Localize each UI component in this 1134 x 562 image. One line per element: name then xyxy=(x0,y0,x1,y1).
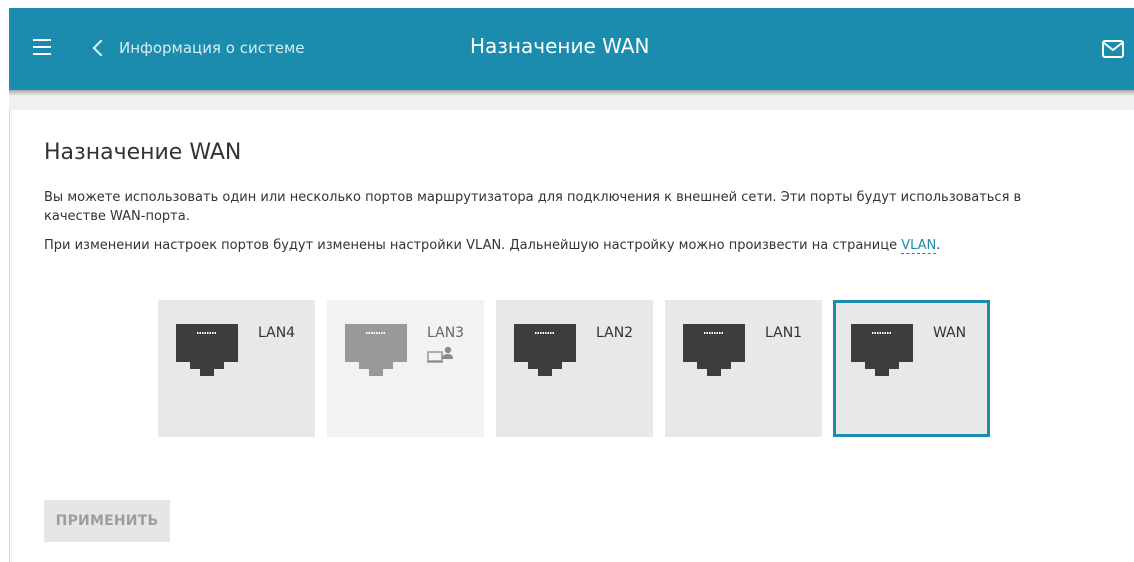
vlan-note: При изменении настроек портов будут изме… xyxy=(44,238,941,254)
left-divider xyxy=(9,110,10,562)
vlan-note-text: При изменении настроек портов будут изме… xyxy=(44,238,902,253)
header-band xyxy=(9,96,1134,110)
connected-device-icon xyxy=(427,346,453,363)
mail-icon[interactable] xyxy=(1102,40,1124,58)
port-label: LAN4 xyxy=(258,325,296,341)
back-link-label: Информация о системе xyxy=(119,39,305,57)
port-lan3[interactable]: LAN3 xyxy=(327,300,484,437)
header-title: Назначение WAN xyxy=(470,34,650,58)
port-wan[interactable]: WAN xyxy=(833,300,990,437)
ethernet-port-icon xyxy=(851,324,913,376)
port-label: WAN xyxy=(933,325,967,341)
hamburger-menu-icon[interactable] xyxy=(33,39,51,55)
ethernet-port-icon xyxy=(345,324,407,376)
port-lan1[interactable]: LAN1 xyxy=(665,300,822,437)
ethernet-port-icon xyxy=(514,324,576,376)
vlan-note-suffix: . xyxy=(936,238,941,253)
port-lan4[interactable]: LAN4 xyxy=(158,300,315,437)
apply-button[interactable]: ПРИМЕНИТЬ xyxy=(44,500,170,542)
left-divider-inner xyxy=(11,110,12,562)
port-lan2[interactable]: LAN2 xyxy=(496,300,653,437)
description-text: Вы можете использовать один или нескольк… xyxy=(44,190,1022,224)
ethernet-port-icon xyxy=(176,324,238,376)
vlan-link[interactable]: VLAN xyxy=(901,238,937,254)
port-label: LAN2 xyxy=(596,325,634,341)
chevron-left-icon xyxy=(92,39,110,57)
back-link[interactable]: Информация о системе xyxy=(91,36,305,60)
page-title: Назначение WAN xyxy=(44,140,242,165)
port-label: LAN3 xyxy=(427,325,465,341)
port-label: LAN1 xyxy=(765,325,803,341)
ethernet-port-icon xyxy=(683,324,745,376)
